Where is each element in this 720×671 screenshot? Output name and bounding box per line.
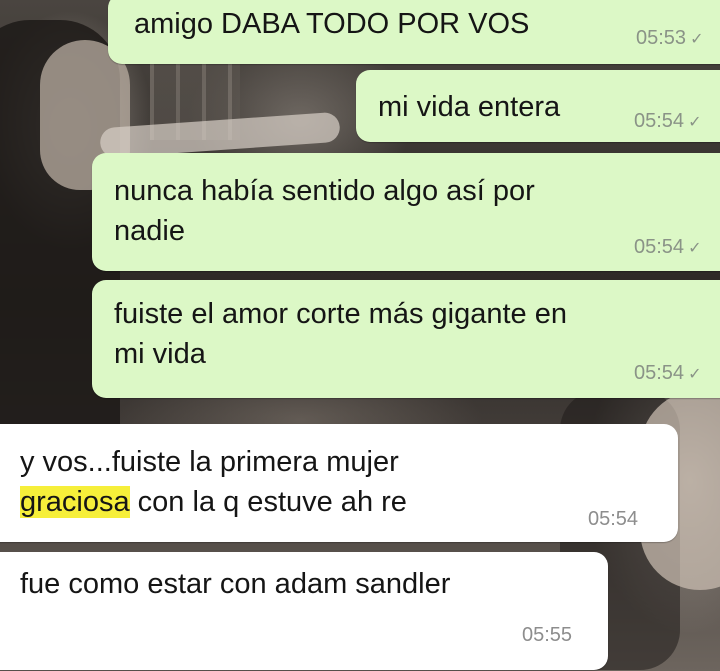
message-meta: 05:53 ✓ [636,27,703,51]
message-text: fuiste el amor corte más gigante en mi vi… [114,294,567,374]
chat-message-list[interactable]: amigo DABA TODO POR VOS 05:53 ✓ mi vida e… [0,0,720,671]
message-line: nadie [114,215,185,247]
message-meta: 05:54 ✓ [634,362,701,386]
check-icon: ✓ [688,366,702,383]
incoming-message-bubble[interactable]: fue como estar con adam sandler 05:55 [0,552,608,670]
message-line: fuiste el amor corte más gigante en [114,298,567,330]
message-meta: 05:55 [522,624,572,646]
message-meta: 05:54 ✓ [634,110,701,134]
message-text: amigo DABA TODO POR VOS [134,4,529,44]
outgoing-message-bubble[interactable]: amigo DABA TODO POR VOS 05:53 ✓ [108,0,720,64]
message-line: mi vida entera [378,91,561,123]
message-line: amigo DABA TODO POR VOS [134,8,530,40]
message-line: fue como estar con adam sandler [20,568,451,600]
outgoing-message-bubble[interactable]: fuiste el amor corte más gigante en mi vi… [92,280,720,398]
check-icon: ✓ [688,240,702,257]
outgoing-message-bubble[interactable]: nunca había sentido algo así por nadie 05… [92,153,720,271]
check-icon: ✓ [690,31,704,48]
message-line: graciosa con la q estuve ah re [20,482,407,522]
incoming-message-bubble[interactable]: y vos...fuiste la primera mujer graciosa … [0,424,678,542]
message-time: 05:54 [634,236,685,258]
message-time: 05:53 [636,27,687,49]
message-meta: 05:54 ✓ [634,236,701,260]
message-time: 05:54 [588,508,639,530]
message-time: 05:54 [634,110,685,132]
message-line-rest: con la q estuve ah re [129,486,407,518]
check-icon: ✓ [688,114,702,131]
highlighted-word: graciosa [20,486,130,518]
message-text: y vos...fuiste la primera mujer graciosa … [20,442,407,522]
message-time: 05:55 [522,624,573,646]
outgoing-message-bubble[interactable]: mi vida entera 05:54 ✓ [356,70,720,142]
message-time: 05:54 [634,362,685,384]
message-line: y vos...fuiste la primera mujer [20,446,399,478]
message-line: nunca había sentido algo así por [114,175,535,207]
message-text: nunca había sentido algo así por nadie [114,171,535,251]
message-meta: 05:54 [588,508,638,530]
message-line: mi vida [114,338,206,370]
message-text: mi vida entera [378,87,560,127]
message-text: fue como estar con adam sandler [20,564,450,604]
